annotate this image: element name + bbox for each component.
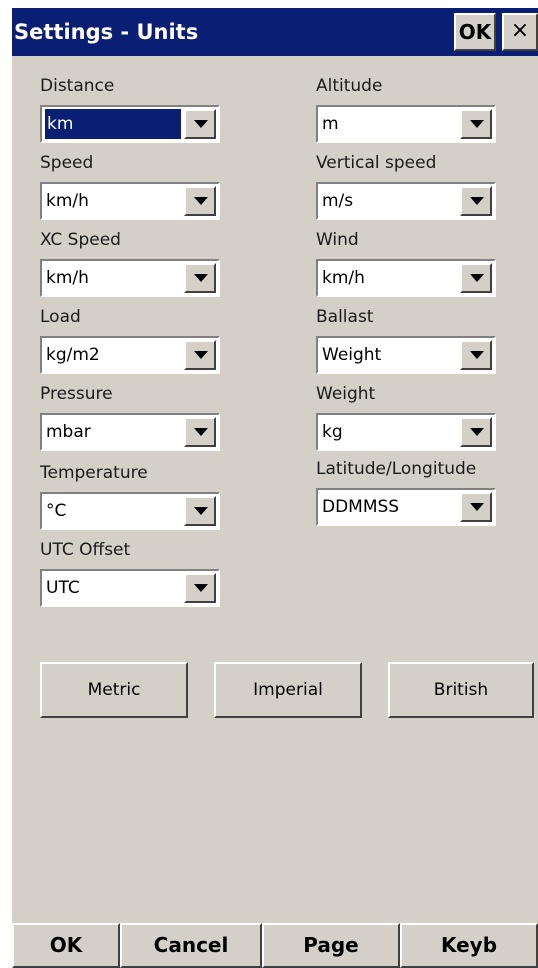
chevron-down-icon: [194, 197, 208, 205]
distance-select[interactable]: km: [40, 105, 220, 143]
wind-label: Wind: [316, 230, 359, 250]
pressure-value: mbar: [46, 422, 91, 442]
chevron-down-icon: [470, 274, 484, 282]
utc-offset-dropdown-button[interactable]: [184, 573, 216, 603]
chevron-down-icon: [194, 120, 208, 128]
load-value: kg/m2: [46, 345, 100, 365]
speed-dropdown-button[interactable]: [184, 186, 216, 216]
xcspeed-select[interactable]: km/h: [40, 259, 220, 297]
temperature-value: °C: [46, 501, 67, 521]
ballast-label: Ballast: [316, 307, 374, 327]
cancel-button[interactable]: Cancel: [120, 923, 262, 968]
ballast-value: Weight: [322, 345, 382, 365]
wind-select[interactable]: km/h: [316, 259, 496, 297]
weight-label: Weight: [316, 384, 376, 404]
vertical-speed-select[interactable]: m/s: [316, 182, 496, 220]
altitude-value: m: [322, 114, 339, 134]
latlon-value: DDMMSS: [322, 497, 400, 517]
pressure-label: Pressure: [40, 384, 113, 404]
chevron-down-icon: [194, 428, 208, 436]
speed-value: km/h: [46, 191, 89, 211]
british-button[interactable]: British: [388, 662, 534, 718]
utc-offset-value: UTC: [46, 578, 80, 598]
xcspeed-dropdown-button[interactable]: [184, 263, 216, 293]
bottom-button-bar: OK Cancel Page Keyb: [12, 923, 538, 968]
utc-offset-select[interactable]: UTC: [40, 569, 220, 607]
load-select[interactable]: kg/m2: [40, 336, 220, 374]
xcspeed-value: km/h: [46, 268, 89, 288]
chevron-down-icon: [194, 507, 208, 515]
window-title: Settings - Units: [14, 20, 199, 44]
altitude-dropdown-button[interactable]: [460, 109, 492, 139]
distance-dropdown-button[interactable]: [184, 109, 216, 139]
wind-value: km/h: [322, 268, 365, 288]
pressure-dropdown-button[interactable]: [184, 417, 216, 447]
temperature-select[interactable]: °C: [40, 492, 220, 530]
chevron-down-icon: [470, 197, 484, 205]
chevron-down-icon: [470, 351, 484, 359]
weight-value: kg: [322, 422, 343, 442]
speed-select[interactable]: km/h: [40, 182, 220, 220]
title-ok-button[interactable]: OK: [454, 13, 496, 51]
chevron-down-icon: [194, 351, 208, 359]
latlon-select[interactable]: DDMMSS: [316, 488, 496, 526]
utc-offset-label: UTC Offset: [40, 540, 131, 560]
load-dropdown-button[interactable]: [184, 340, 216, 370]
weight-dropdown-button[interactable]: [460, 417, 492, 447]
altitude-select[interactable]: m: [316, 105, 496, 143]
distance-label: Distance: [40, 76, 115, 96]
ballast-dropdown-button[interactable]: [460, 340, 492, 370]
wind-dropdown-button[interactable]: [460, 263, 492, 293]
ok-button[interactable]: OK: [12, 923, 120, 968]
distance-value: km: [44, 108, 182, 140]
xcspeed-label: XC Speed: [40, 230, 121, 250]
pressure-select[interactable]: mbar: [40, 413, 220, 451]
title-bar: Settings - Units OK ×: [12, 8, 538, 56]
keyboard-button[interactable]: Keyb: [400, 923, 538, 968]
page-button[interactable]: Page: [262, 923, 400, 968]
chevron-down-icon: [470, 120, 484, 128]
chevron-down-icon: [470, 428, 484, 436]
temperature-label: Temperature: [40, 463, 148, 483]
metric-button[interactable]: Metric: [40, 662, 188, 718]
temperature-dropdown-button[interactable]: [184, 496, 216, 526]
latlon-label: Latitude/Longitude: [316, 459, 477, 479]
load-label: Load: [40, 307, 81, 327]
chevron-down-icon: [194, 584, 208, 592]
vertical-speed-value: m/s: [322, 191, 354, 211]
weight-select[interactable]: kg: [316, 413, 496, 451]
latlon-dropdown-button[interactable]: [460, 492, 492, 522]
vertical-speed-label: Vertical speed: [316, 153, 437, 173]
speed-label: Speed: [40, 153, 94, 173]
settings-window: Settings - Units OK × Distance km Speed …: [12, 8, 538, 968]
ballast-select[interactable]: Weight: [316, 336, 496, 374]
chevron-down-icon: [194, 274, 208, 282]
altitude-label: Altitude: [316, 76, 383, 96]
vertical-speed-dropdown-button[interactable]: [460, 186, 492, 216]
close-button[interactable]: ×: [502, 13, 538, 51]
imperial-button[interactable]: Imperial: [214, 662, 362, 718]
chevron-down-icon: [470, 503, 484, 511]
